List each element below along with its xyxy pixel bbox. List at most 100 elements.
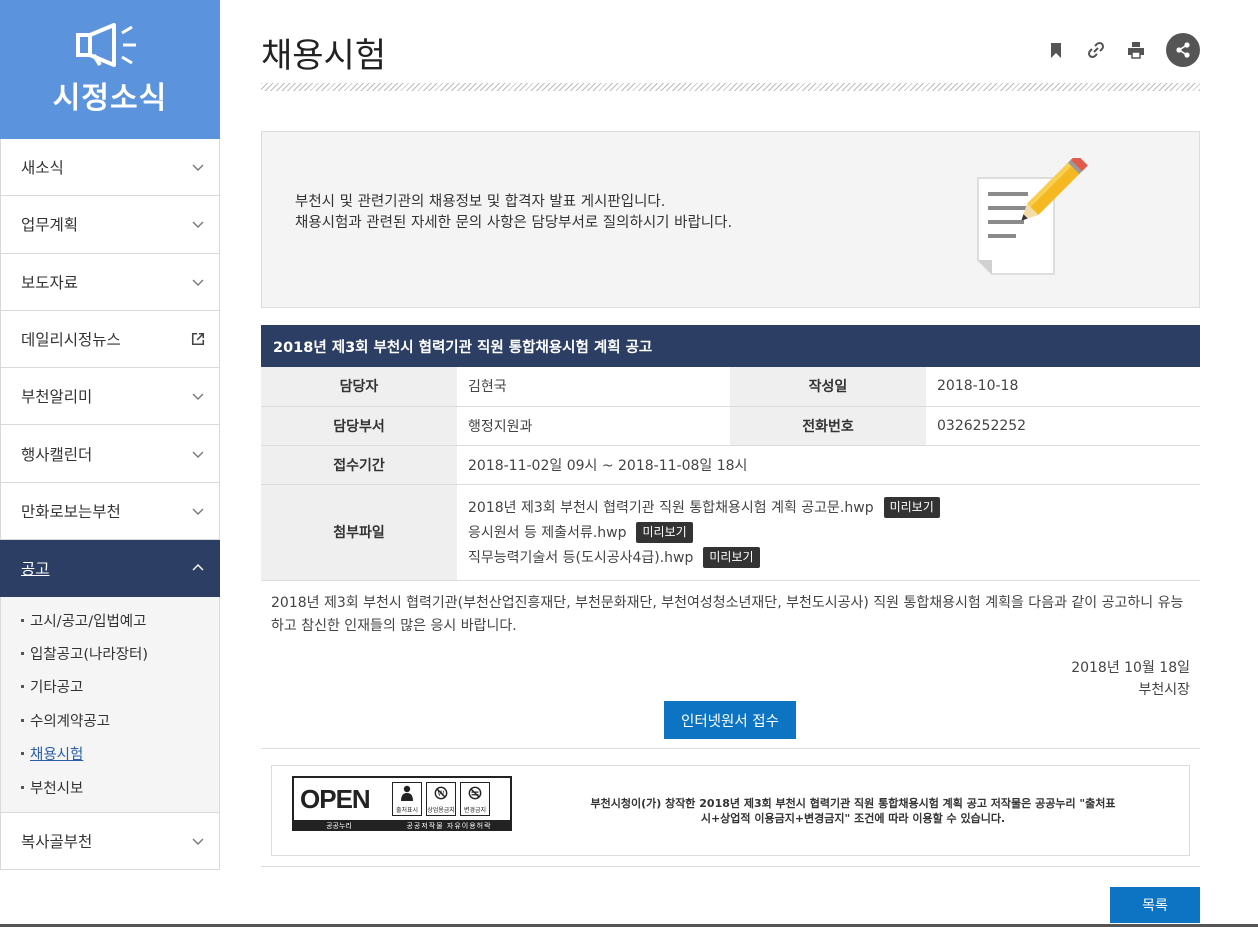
link-icon[interactable]	[1086, 40, 1106, 60]
post-title: 2018년 제3회 부천시 협력기관 직원 통합채용시험 계획 공고	[261, 325, 1200, 367]
submenu-item-gazette[interactable]: 부천시보	[21, 770, 219, 803]
sidebar-item-plan[interactable]: 업무계획	[0, 196, 220, 254]
kogl-subcaption: 공공저작물 자유이용허락	[406, 821, 492, 830]
chevron-down-icon	[192, 393, 204, 401]
page-tools	[1046, 33, 1200, 67]
attribution-mark: 출처표시	[392, 782, 422, 816]
sidebar-item-calendar[interactable]: 행사캘린더	[0, 425, 220, 483]
sidebar-item-comics[interactable]: 만화로보는부천	[0, 482, 220, 541]
chevron-down-icon	[192, 451, 204, 458]
chevron-down-icon	[192, 164, 204, 172]
sidebar-item-label: 보도자료	[21, 273, 79, 292]
intro-text: 부천시 및 관련기관의 채용정보 및 합격자 발표 게시판입니다. 채용시험과 …	[295, 192, 732, 234]
print-icon[interactable]	[1126, 40, 1146, 60]
preview-button[interactable]: 미리보기	[883, 496, 940, 518]
sidebar-item-label: 새소식	[21, 159, 64, 178]
title-divider	[261, 83, 1200, 91]
document-pencil-icon	[977, 158, 1088, 275]
sidebar-item-label: 복사골부천	[21, 832, 93, 851]
sidebar-item-alimi[interactable]: 부천알리미	[0, 368, 220, 426]
kogl-logo-bottom: 공공누리 공공저작물 자유이용허락	[292, 820, 512, 831]
sidebar-item-label: 공고	[21, 560, 50, 579]
mark-caption: 변경금지	[463, 807, 487, 814]
mark-caption: 상업용금지	[427, 807, 455, 814]
sign-name: 부천시장	[1138, 682, 1190, 698]
submenu-item-announcement[interactable]: 고시/공고/입법예고	[21, 603, 219, 636]
date-label: 작성일	[730, 367, 926, 407]
phone-value: 0326252252	[926, 406, 1200, 446]
chevron-up-icon	[192, 564, 204, 571]
attachment-link[interactable]: 2018년 제3회 부천시 협력기관 직원 통합채용시험 계획 공고문.hwp	[468, 497, 874, 517]
period-value: 2018-11-02일 09시 ~ 2018-11-08일 18시	[457, 445, 1200, 485]
attachment-item: 2018년 제3회 부천시 협력기관 직원 통합채용시험 계획 공고문.hwp …	[468, 495, 1200, 520]
attachment-link[interactable]: 직무능력기술서 등(도시공사4급).hwp	[468, 547, 693, 567]
kogl-open-text: OPEN	[300, 783, 371, 814]
sidebar-item-daily-news[interactable]: 데일리시정뉴스	[0, 310, 220, 369]
chevron-down-icon	[192, 221, 204, 229]
sidebar-item-news[interactable]: 새소식	[0, 139, 220, 197]
post-body: 2018년 제3회 부천시 협력기관(부천산업진흥재단, 부천문화재단, 부천여…	[271, 595, 1184, 634]
sidebar-item-boksagol[interactable]: 복사골부천	[0, 812, 220, 871]
phone-label: 전화번호	[730, 406, 926, 446]
attachments-list: 2018년 제3회 부천시 협력기관 직원 통합채용시험 계획 공고문.hwp …	[457, 484, 1200, 581]
submenu-label: 기타공고	[30, 680, 84, 697]
submenu-label: 수의계약공고	[30, 713, 111, 730]
sidebar-item-label: 업무계획	[21, 216, 79, 235]
no-derivatives-mark: 변경금지	[460, 782, 490, 816]
sidebar-title: 시정소식	[52, 80, 168, 116]
sidebar-item-label: 부천알리미	[21, 388, 93, 407]
external-link-icon	[191, 332, 205, 346]
submenu-item-recruitment[interactable]: 채용시험	[21, 737, 219, 770]
no-commercial-icon: W	[434, 786, 448, 800]
submenu-item-contract[interactable]: 수의계약공고	[21, 704, 219, 737]
kogl-logo-top: OPEN 출처표시 W 상업용금지 변경금지	[294, 778, 510, 820]
sidebar-submenu: 고시/공고/입법예고 입찰공고(나라장터) 기타공고 수의계약공고 채용시험 부…	[0, 597, 220, 813]
intro-box: 부천시 및 관련기관의 채용정보 및 합격자 발표 게시판입니다. 채용시험과 …	[261, 131, 1200, 308]
preview-button[interactable]: 미리보기	[703, 546, 760, 568]
chevron-down-icon	[192, 838, 204, 845]
sidebar-item-notice[interactable]: 공고	[0, 540, 220, 598]
department-value: 행정지원과	[457, 406, 730, 446]
chevron-down-icon	[192, 279, 204, 286]
submenu-label: 입찰공고(나라장터)	[30, 646, 149, 663]
sidebar-item-label: 만화로보는부천	[21, 502, 121, 521]
submenu-item-bid[interactable]: 입찰공고(나라장터)	[21, 637, 219, 670]
divider	[261, 748, 1200, 749]
table-row: 접수기간 2018-11-02일 09시 ~ 2018-11-08일 18시	[261, 445, 1200, 485]
submenu-label: 부천시보	[30, 780, 84, 797]
kogl-logo: OPEN 출처표시 W 상업용금지 변경금지	[292, 776, 512, 831]
list-button[interactable]: 목록	[1110, 887, 1200, 923]
noncommercial-mark: W 상업용금지	[426, 782, 456, 816]
attachment-item: 직무능력기술서 등(도시공사4급).hwp 미리보기	[468, 545, 1200, 570]
manager-label: 담당자	[261, 367, 457, 407]
bullet-icon	[21, 651, 24, 655]
date-value: 2018-10-18	[926, 367, 1200, 407]
period-label: 접수기간	[261, 445, 457, 485]
online-application-button[interactable]: 인터넷원서 접수	[664, 701, 796, 739]
submenu-label: 고시/공고/입법예고	[30, 613, 147, 630]
attachments-label: 첨부파일	[261, 484, 457, 581]
post-signature: 2018년 10월 18일 부천시장	[1071, 657, 1190, 701]
person-icon	[401, 785, 413, 801]
bullet-icon	[21, 785, 24, 789]
kogl-caption: 공공누리	[326, 821, 352, 830]
post-info-table: 담당자 김현국 작성일 2018-10-18 담당부서 행정지원과 전화번호 0…	[261, 367, 1200, 581]
department-label: 담당부서	[261, 406, 457, 446]
chevron-down-icon	[192, 508, 204, 515]
sidebar: 시정소식 새소식 업무계획 보도자료 데일리시정뉴스 부천알리미 행사캘린더 만…	[0, 0, 220, 871]
submenu-label: 채용시험	[30, 747, 84, 764]
bullet-icon	[21, 752, 24, 756]
attachment-link[interactable]: 응시원서 등 제출서류.hwp	[468, 522, 626, 542]
divider	[261, 866, 1200, 867]
bookmark-icon[interactable]	[1046, 40, 1066, 60]
preview-button[interactable]: 미리보기	[636, 521, 693, 543]
license-box: OPEN 출처표시 W 상업용금지 변경금지	[271, 765, 1190, 856]
license-text: 부천시청이(가) 창작한 2018년 제3회 부천시 협력기관 직원 통합채용시…	[590, 797, 1116, 825]
sidebar-item-press[interactable]: 보도자료	[0, 253, 220, 311]
submenu-item-other[interactable]: 기타공고	[21, 670, 219, 703]
share-icon[interactable]	[1166, 33, 1200, 67]
intro-line: 부천시 및 관련기관의 채용정보 및 합격자 발표 게시판입니다.	[295, 194, 666, 210]
license-marks: 출처표시 W 상업용금지 변경금지	[392, 782, 490, 816]
attachment-item: 응시원서 등 제출서류.hwp 미리보기	[468, 520, 1200, 545]
sidebar-item-label: 행사캘린더	[21, 445, 93, 464]
